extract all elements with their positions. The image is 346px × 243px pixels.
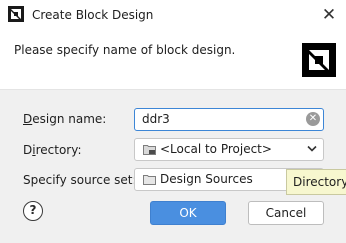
design-name-field[interactable]: ✕ [134,108,324,131]
folder-icon [143,175,156,185]
source-set-value: Design Sources [160,172,253,186]
help-icon[interactable]: ? [23,201,43,221]
cancel-button[interactable]: Cancel [248,201,324,225]
directory-value: <Local to Project> [160,142,272,156]
folder-drive-icon [143,145,156,155]
window-title: Create Block Design [32,8,154,22]
title-bar: Create Block Design ✕ [0,0,346,31]
design-name-input[interactable] [135,109,295,129]
close-icon[interactable]: ✕ [319,5,339,25]
clear-icon[interactable]: ✕ [306,112,320,126]
brand-logo-icon [302,43,336,77]
header-message: Please specify name of block design. [14,43,236,57]
source-set-label: Specify source set: [23,173,137,187]
dialog-header: Please specify name of block design. [0,31,346,90]
app-logo-icon [8,6,24,22]
directory-select[interactable]: <Local to Project> [134,138,324,161]
ok-button[interactable]: OK [150,201,226,225]
chevron-down-icon[interactable] [307,145,317,153]
design-name-label: Design name: [23,112,107,126]
directory-label: Directory: [23,143,82,157]
directory-tooltip: Directory [286,169,346,195]
